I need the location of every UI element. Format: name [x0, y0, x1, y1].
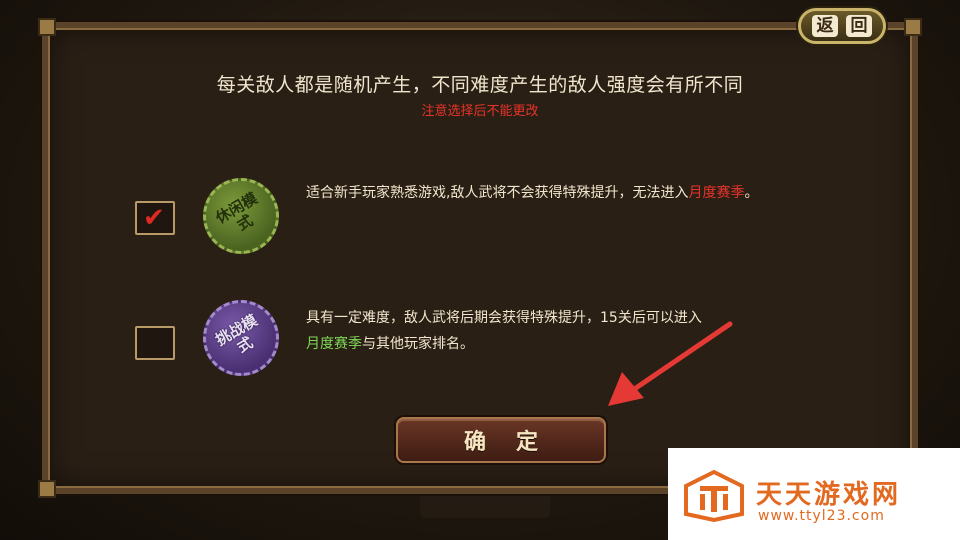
confirm-button-label: 确定	[463, 429, 568, 455]
watermark-site-name: 天天游戏网	[756, 480, 902, 510]
watermark-site-url: www.ttyl23.com	[758, 508, 885, 524]
badge-label: 挑战模式	[212, 311, 261, 357]
frame-corner	[38, 480, 56, 498]
description-tail: 。	[744, 185, 759, 201]
site-logo-icon	[684, 470, 744, 522]
casual-mode-badge: 休闲模式	[203, 178, 279, 254]
challenge-mode-badge: 挑战模式	[203, 300, 279, 376]
casual-mode-description: 适合新手玩家熟悉游戏,敌人武将不会获得特殊提升，无法进入月度赛季。	[306, 180, 781, 206]
checkmark-icon: ✔	[143, 203, 165, 233]
challenge-mode-checkbox[interactable]	[135, 326, 175, 360]
back-label-char: 返	[812, 15, 838, 37]
annotation-arrow-icon	[608, 321, 733, 406]
monthly-season-highlight: 月度赛季	[688, 185, 745, 201]
description-text: 适合新手玩家熟悉游戏,敌人武将不会获得特殊提升，无法进入	[306, 185, 689, 201]
description-tail: 与其他玩家排名。	[362, 336, 474, 352]
back-button[interactable]: 返 回	[798, 8, 886, 44]
casual-mode-checkbox[interactable]: ✔	[135, 201, 175, 235]
frame-corner	[38, 18, 56, 36]
dialog-title: 每关敌人都是随机产生，不同难度产生的敌人强度会有所不同	[216, 74, 744, 96]
back-label-char: 回	[846, 15, 872, 37]
frame-corner	[904, 18, 922, 36]
warning-text: 注意选择后不能更改	[421, 104, 539, 119]
badge-label: 休闲模式	[212, 189, 261, 235]
watermark: 天天游戏网 www.ttyl23.com	[668, 448, 960, 540]
confirm-button[interactable]: 确定	[396, 417, 606, 463]
monthly-season-highlight: 月度赛季	[306, 336, 362, 352]
